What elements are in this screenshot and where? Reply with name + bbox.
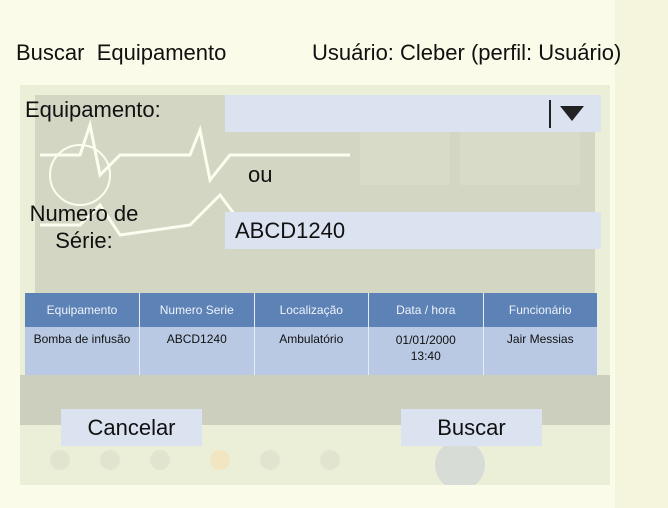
equipment-select[interactable] (225, 95, 601, 132)
column-header-serial: Numero Serie (139, 293, 255, 327)
cell-location: Ambulatório (254, 327, 369, 375)
cell-employee: Jair Messias (483, 327, 598, 375)
column-header-equipment: Equipamento (25, 293, 140, 327)
results-table: Equipamento Numero Serie Localização Dat… (25, 293, 598, 375)
select-separator (549, 100, 551, 128)
table-header-row: Equipamento Numero Serie Localização Dat… (25, 293, 598, 327)
cancel-button[interactable]: Cancelar (61, 409, 202, 446)
equipment-label: Equipamento: (25, 97, 161, 122)
cell-time: 13:40 (410, 349, 441, 363)
cell-serial: ABCD1240 (139, 327, 255, 375)
column-header-location: Localização (254, 293, 369, 327)
right-strip (615, 0, 668, 508)
serial-input-value: ABCD1240 (235, 218, 346, 243)
chevron-down-icon[interactable] (560, 106, 584, 121)
table-row[interactable]: Bomba de infusão ABCD1240 Ambulatório 01… (25, 327, 598, 375)
search-button[interactable]: Buscar (401, 409, 542, 446)
column-header-datetime: Data / hora (368, 293, 484, 327)
cell-equipment: Bomba de infusão (25, 327, 140, 375)
or-label: ou (248, 162, 273, 187)
column-header-employee: Funcionário (483, 293, 598, 327)
serial-label-line1: Numero de (29, 201, 139, 226)
cell-date: 01/01/2000 (395, 333, 456, 347)
serial-label-line2: Série: (55, 228, 113, 253)
user-info: Usuário: Cleber (perfil: Usuário) (312, 40, 622, 65)
serial-label: Numero de Série: (25, 200, 143, 254)
serial-input[interactable]: ABCD1240 (225, 212, 601, 249)
cell-datetime: 01/01/2000 13:40 (368, 327, 484, 375)
page-title: Buscar Equipamento (16, 40, 227, 65)
